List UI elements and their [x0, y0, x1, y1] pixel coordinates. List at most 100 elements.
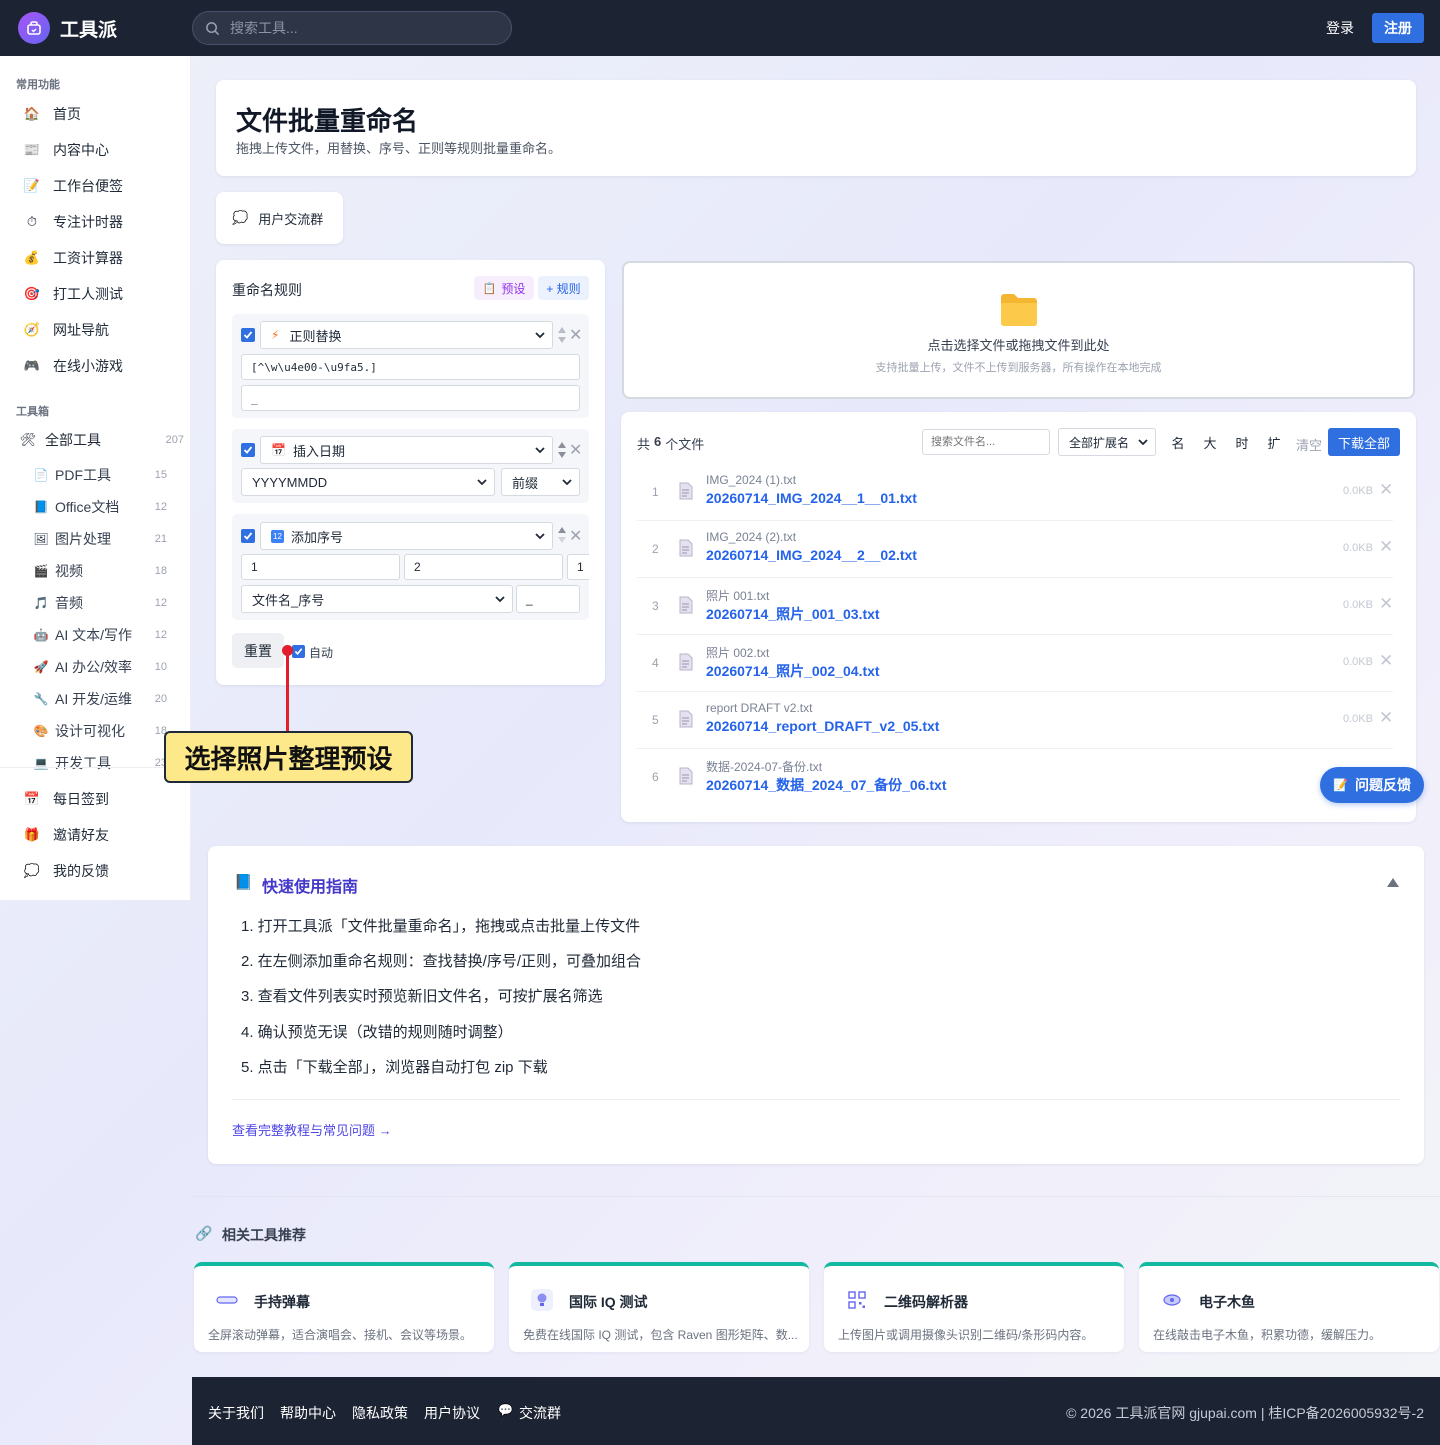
rule2-position-select[interactable]: 前缀 [501, 468, 580, 496]
full-tutorial-link[interactable]: 查看完整教程与常见问题 → [232, 1120, 392, 1139]
sort-by-time-button[interactable]: 时 [1230, 430, 1254, 454]
sidebar-item-notes[interactable]: 📝 工作台便签 [24, 176, 123, 196]
rule3-separator-input[interactable]: _ [516, 585, 580, 613]
signup-button[interactable]: 注册 [1372, 13, 1424, 43]
footer-link-privacy[interactable]: 隐私政策 [352, 1403, 408, 1423]
money-bag-icon: 💰 [23, 250, 41, 265]
stopwatch-icon: ⏱ [26, 214, 38, 229]
rule3-remove-icon[interactable]: ✕ [569, 526, 582, 546]
download-all-button[interactable]: 下载全部 [1328, 428, 1400, 456]
footer-copyright: © 2026 工具派官网 gjupai.com | 桂ICP备202600593… [1066, 1405, 1424, 1421]
login-link[interactable]: 登录 [1326, 18, 1354, 38]
footer: 关于我们 帮助中心 隐私政策 用户协议 💬 交流群 © 2026 工具派官网 gj… [192, 1377, 1440, 1445]
sidebar-item-games[interactable]: 🎮 在线小游戏 [24, 356, 123, 376]
compass-icon: 🧭 [23, 322, 41, 337]
extension-filter-select[interactable]: 全部扩展名 [1058, 428, 1156, 456]
footer-link-help[interactable]: 帮助中心 [280, 1403, 336, 1423]
related-card-woodfish[interactable]: 电子木鱼 在线敲击电子木鱼，积累功德，缓解压力。 [1139, 1262, 1439, 1352]
sidebar-item-audio[interactable]: 🎵 音频 12 [34, 593, 184, 613]
rule1-replacement-input[interactable]: _ [241, 385, 580, 411]
sidebar-item-devtools[interactable]: 💻 开发工具 23 [34, 753, 184, 773]
page-title: 文件批量重命名 [236, 106, 419, 136]
reset-button[interactable]: 重置 [232, 633, 284, 668]
sidebar-item-office[interactable]: 📘 Office文档 12 [34, 497, 184, 517]
sidebar-item-pdf[interactable]: 📄 PDF工具 15 [34, 465, 184, 485]
sidebar-item-salary[interactable]: 💰 工资计算器 [24, 248, 123, 268]
file-search-input[interactable] [922, 429, 1050, 455]
sort-by-size-button[interactable]: 大 [1198, 430, 1222, 454]
rule3-step-input[interactable]: 1 [567, 554, 589, 580]
add-rule-button[interactable]: + 规则 [538, 276, 589, 300]
search-input[interactable] [230, 20, 480, 36]
lightbulb-icon [531, 1289, 553, 1311]
sidebar-item-ai-writing[interactable]: 🤖 AI 文本/写作 12 [34, 625, 184, 645]
rule2-enable-checkbox[interactable] [241, 443, 255, 457]
upload-dropzone[interactable] [622, 261, 1415, 399]
sort-by-ext-button[interactable]: 扩 [1262, 430, 1286, 454]
gift-icon: 🎁 [23, 827, 41, 842]
remove-file-icon[interactable]: ✕ [1379, 594, 1393, 614]
sidebar-item-invite[interactable]: 🎁 邀请好友 [24, 825, 109, 845]
reorder-arrows-icon[interactable] [557, 441, 567, 459]
rule2-format-select[interactable]: YYYYMMDD [241, 468, 495, 496]
sidebar-item-worker-test[interactable]: 🎯 打工人测试 [24, 284, 123, 304]
house-icon: 🏠 [23, 106, 41, 121]
rule1-enable-checkbox[interactable] [241, 328, 255, 342]
rule1-remove-icon[interactable]: ✕ [569, 325, 582, 345]
rule2-remove-icon[interactable]: ✕ [569, 440, 582, 460]
user-group-button[interactable]: 💭 用户交流群 [216, 192, 343, 244]
rule3-type-select[interactable]: 12 添加序号 [260, 522, 553, 550]
palette-icon: 🎨 [33, 724, 49, 738]
clear-button[interactable]: 清空 [1296, 435, 1322, 454]
sidebar-item-design[interactable]: 🎨 设计可视化 18 [34, 721, 184, 741]
rule2-type-select[interactable]: 📅 插入日期 [260, 436, 553, 464]
global-search[interactable] [192, 11, 512, 45]
related-card-iq[interactable]: 国际 IQ 测试 免费在线国际 IQ 测试，包含 Raven 图形矩阵、数... [509, 1262, 809, 1352]
brand-logo[interactable]: 工具派 [18, 12, 117, 44]
rule1-type-select[interactable]: ⚡ 正则替换 [260, 321, 553, 349]
sidebar-item-all-tools[interactable]: 🛠 全部工具 207 [20, 430, 188, 450]
sort-by-name-button[interactable]: 名 [1166, 430, 1190, 454]
feedback-floating-button[interactable]: 📝 问题反馈 [1320, 767, 1424, 803]
auto-checkbox[interactable] [292, 645, 305, 658]
rule3-template-select[interactable]: 文件名_序号 [241, 585, 513, 613]
related-card-qrcode[interactable]: 二维码解析器 上传图片或调用摄像头识别二维码/条形码内容。 [824, 1262, 1124, 1352]
table-row: 4 照片 002.txt 20260714_照片_002_04.txt 0.0K… [637, 635, 1393, 692]
file-icon [679, 710, 693, 728]
related-card-danmaku[interactable]: 手持弹幕 全屏滚动弹幕，适合演唱会、接机、会议等场景。 [194, 1262, 494, 1352]
preset-button[interactable]: 📋 预设 [474, 276, 534, 300]
remove-file-icon[interactable]: ✕ [1379, 708, 1393, 728]
sidebar-item-ai-office[interactable]: 🚀 AI 办公/效率 10 [34, 657, 184, 677]
sidebar-item-nav[interactable]: 🧭 网址导航 [24, 320, 109, 340]
link-icon: 🔗 [195, 1225, 213, 1241]
section-common-title: 常用功能 [16, 79, 60, 91]
sidebar-item-checkin[interactable]: 📅 每日签到 [24, 789, 109, 809]
sidebar-item-ai-dev[interactable]: 🔧 AI 开发/运维 20 [34, 689, 184, 709]
footer-link-about[interactable]: 关于我们 [208, 1403, 264, 1423]
tools-icon: 🛠 [19, 432, 37, 447]
footer-link-group[interactable]: 💬 交流群 [498, 1403, 561, 1423]
sidebar-item-feedback[interactable]: 💭 我的反馈 [24, 861, 109, 881]
reorder-arrows-icon[interactable] [557, 526, 567, 544]
rules-title: 重命名规则 [232, 282, 302, 298]
chevron-down-icon [535, 533, 545, 540]
sidebar-item-home[interactable]: 🏠 首页 [24, 104, 81, 124]
rule3-start-input[interactable]: 1 [241, 554, 400, 580]
footer-link-terms[interactable]: 用户协议 [424, 1403, 480, 1423]
rule3-digits-input[interactable]: 2 [404, 554, 563, 580]
sidebar-item-content[interactable]: 📰 内容中心 [24, 140, 109, 160]
sidebar-item-video[interactable]: 🎬 视频 18 [34, 561, 184, 581]
robot-icon: 🤖 [33, 628, 49, 642]
rule3-enable-checkbox[interactable] [241, 529, 255, 543]
guide-step: 3. 查看文件列表实时预览新旧文件名，可按扩展名筛选 [241, 988, 603, 1005]
sidebar-item-timer[interactable]: ⏱ 专注计时器 [24, 212, 123, 232]
remove-file-icon[interactable]: ✕ [1379, 537, 1393, 557]
top-bar: 工具派 登录 注册 [0, 0, 1440, 56]
remove-file-icon[interactable]: ✕ [1379, 480, 1393, 500]
reorder-arrows-icon[interactable] [557, 326, 567, 344]
collapse-triangle-icon[interactable] [1386, 877, 1400, 888]
sidebar-item-image[interactable]: 🖼 图片处理 21 [33, 529, 184, 549]
lightning-icon: ⚡ [271, 328, 280, 342]
remove-file-icon[interactable]: ✕ [1379, 651, 1393, 671]
rule1-pattern-input[interactable]: [^\w\u4e00-\u9fa5.] [241, 354, 580, 380]
